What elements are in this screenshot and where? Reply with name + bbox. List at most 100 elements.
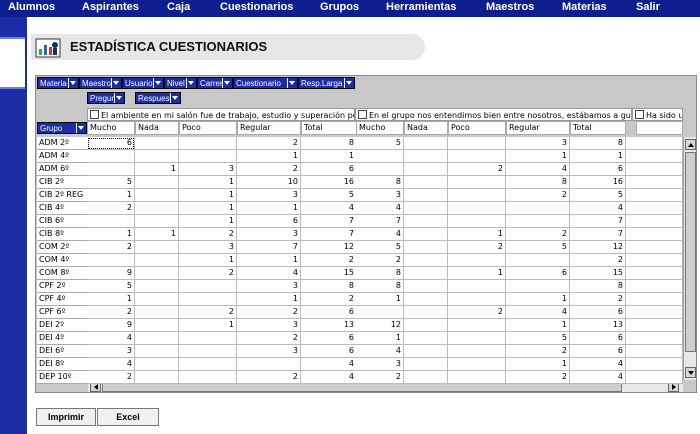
- table-cell[interactable]: [626, 332, 683, 345]
- nav-item-aspirantes[interactable]: Aspirantes: [82, 1, 139, 13]
- table-cell[interactable]: [626, 150, 683, 163]
- nav-item-salir[interactable]: Salir: [636, 1, 660, 13]
- table-cell[interactable]: 5: [87, 176, 135, 189]
- table-cell[interactable]: 5: [570, 189, 626, 202]
- table-cell[interactable]: 4: [570, 202, 626, 215]
- dropdown-icon[interactable]: [344, 78, 354, 88]
- table-cell[interactable]: [404, 241, 448, 254]
- table-cell[interactable]: 1: [179, 189, 237, 202]
- filter-field-3[interactable]: Usuario: [122, 77, 164, 89]
- table-cell[interactable]: 8: [570, 280, 626, 293]
- table-cell[interactable]: 1: [87, 228, 135, 241]
- table-cell[interactable]: [626, 345, 683, 358]
- table-cell[interactable]: [626, 267, 683, 280]
- table-cell[interactable]: [448, 202, 506, 215]
- table-cell[interactable]: 3: [237, 228, 301, 241]
- table-cell[interactable]: 7: [237, 241, 301, 254]
- table-cell[interactable]: 1: [301, 150, 357, 163]
- table-cell[interactable]: 4: [506, 163, 570, 176]
- table-cell[interactable]: 6: [570, 332, 626, 345]
- nav-item-alumnos[interactable]: Alumnos: [8, 1, 55, 13]
- scroll-down-icon[interactable]: [685, 367, 696, 378]
- table-cell[interactable]: 5: [87, 280, 135, 293]
- table-cell[interactable]: 1: [506, 150, 570, 163]
- table-cell[interactable]: [356, 163, 404, 176]
- table-cell[interactable]: [135, 332, 179, 345]
- table-cell[interactable]: [237, 358, 301, 371]
- table-cell[interactable]: [135, 267, 179, 280]
- table-cell[interactable]: [404, 280, 448, 293]
- table-cell[interactable]: [179, 332, 237, 345]
- table-cell[interactable]: [404, 267, 448, 280]
- table-cell[interactable]: [135, 189, 179, 202]
- table-cell[interactable]: 1: [506, 293, 570, 306]
- table-cell[interactable]: [87, 150, 135, 163]
- table-cell[interactable]: [135, 150, 179, 163]
- table-cell[interactable]: 2: [87, 202, 135, 215]
- table-cell[interactable]: 2: [87, 241, 135, 254]
- table-cell[interactable]: 4: [570, 358, 626, 371]
- table-cell[interactable]: 1: [237, 254, 301, 267]
- table-cell[interactable]: 6: [506, 267, 570, 280]
- table-cell[interactable]: 4: [506, 306, 570, 319]
- table-cell[interactable]: [448, 332, 506, 345]
- table-cell[interactable]: [448, 371, 506, 384]
- table-cell[interactable]: 15: [301, 267, 357, 280]
- dropdown-icon[interactable]: [68, 78, 78, 88]
- table-cell[interactable]: [448, 189, 506, 202]
- table-cell[interactable]: [448, 280, 506, 293]
- dropdown-icon[interactable]: [287, 78, 297, 88]
- filter-field-7[interactable]: Resp.Larga: [298, 77, 355, 89]
- vertical-scrollbar[interactable]: [683, 137, 696, 380]
- table-cell[interactable]: [135, 202, 179, 215]
- table-cell[interactable]: 3: [179, 163, 237, 176]
- table-cell[interactable]: 6: [570, 306, 626, 319]
- scroll-up-icon[interactable]: [685, 139, 696, 150]
- table-cell[interactable]: [356, 306, 404, 319]
- table-cell[interactable]: 5: [301, 189, 357, 202]
- table-cell[interactable]: 1: [179, 202, 237, 215]
- table-cell[interactable]: 2: [506, 345, 570, 358]
- filter-field-2[interactable]: Maestro: [79, 77, 122, 89]
- table-cell[interactable]: 15: [570, 267, 626, 280]
- table-cell[interactable]: 1: [448, 228, 506, 241]
- table-cell[interactable]: [448, 176, 506, 189]
- table-cell[interactable]: 4: [356, 202, 404, 215]
- table-cell[interactable]: [404, 150, 448, 163]
- table-cell[interactable]: 2: [237, 306, 301, 319]
- table-cell[interactable]: [404, 358, 448, 371]
- table-cell[interactable]: 2: [87, 371, 135, 384]
- table-cell[interactable]: 16: [301, 176, 357, 189]
- table-cell[interactable]: [404, 189, 448, 202]
- table-cell[interactable]: [135, 215, 179, 228]
- dropdown-icon[interactable]: [170, 93, 180, 103]
- table-cell[interactable]: 2: [448, 163, 506, 176]
- table-cell[interactable]: 2: [237, 371, 301, 384]
- table-cell[interactable]: 1: [179, 176, 237, 189]
- nav-item-caja[interactable]: Caja: [167, 1, 190, 13]
- question-header-1[interactable]: El ambiente en mi salón fue de trabajo, …: [87, 108, 355, 121]
- table-cell[interactable]: 1: [179, 215, 237, 228]
- table-cell[interactable]: 2: [237, 137, 301, 150]
- table-cell[interactable]: 12: [570, 241, 626, 254]
- table-cell[interactable]: 8: [570, 137, 626, 150]
- table-cell[interactable]: [626, 176, 683, 189]
- table-cell[interactable]: 3: [87, 345, 135, 358]
- table-cell[interactable]: [404, 202, 448, 215]
- table-cell[interactable]: [404, 293, 448, 306]
- table-cell[interactable]: 4: [356, 228, 404, 241]
- table-cell[interactable]: 13: [570, 319, 626, 332]
- filter-field-4[interactable]: Nivel: [164, 77, 197, 89]
- table-cell[interactable]: [135, 371, 179, 384]
- table-cell[interactable]: 8: [356, 267, 404, 280]
- table-cell[interactable]: 3: [237, 345, 301, 358]
- table-cell[interactable]: [404, 163, 448, 176]
- nav-item-grupos[interactable]: Grupos: [320, 1, 359, 13]
- table-cell[interactable]: 4: [570, 371, 626, 384]
- table-cell[interactable]: [626, 189, 683, 202]
- table-cell[interactable]: 6: [570, 345, 626, 358]
- table-cell[interactable]: 2: [179, 267, 237, 280]
- table-cell[interactable]: [135, 358, 179, 371]
- table-cell[interactable]: [506, 280, 570, 293]
- table-cell[interactable]: [135, 254, 179, 267]
